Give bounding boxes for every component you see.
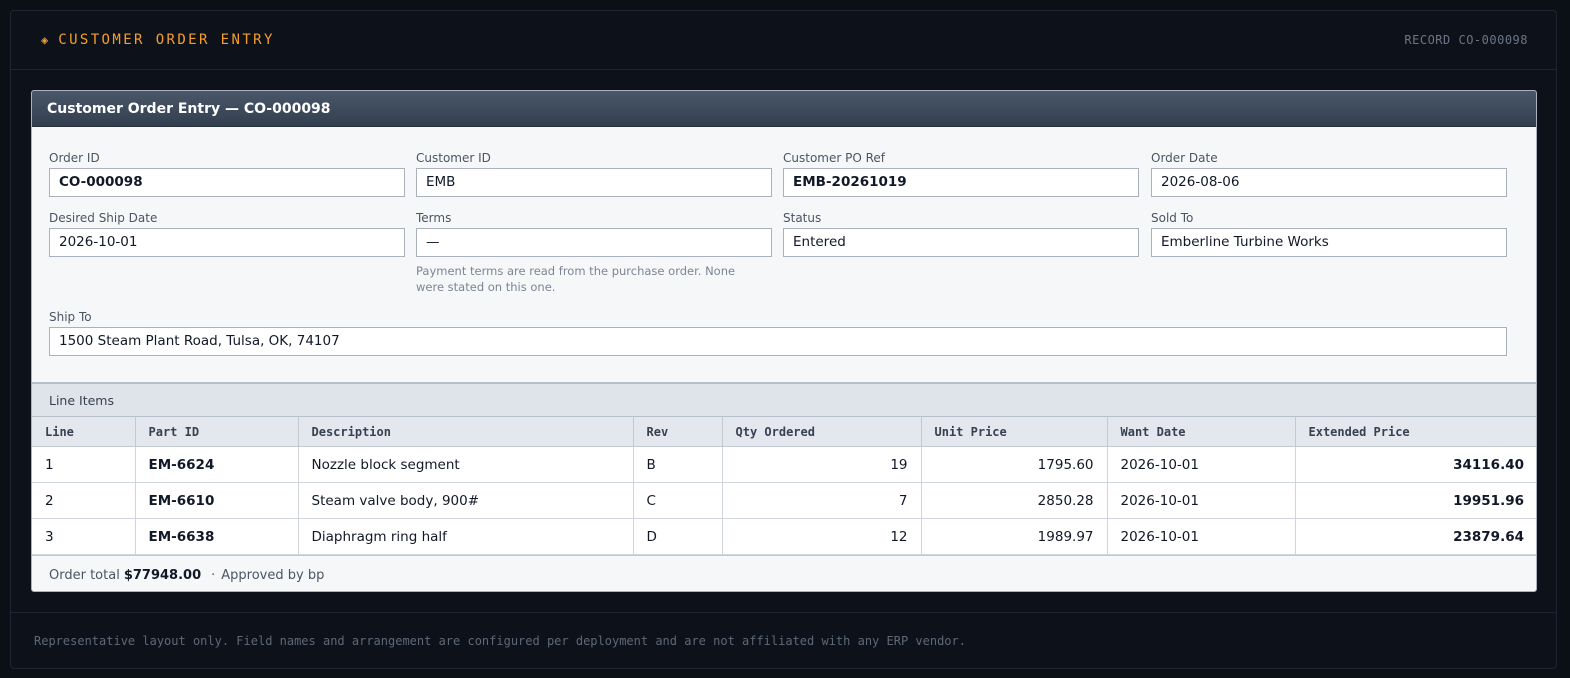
- cell-qty: 19: [721, 446, 922, 483]
- desired-ship-date-label: Desired Ship Date: [49, 211, 158, 225]
- col-header-rev[interactable]: Rev: [632, 416, 723, 447]
- app-frame: ◈ CUSTOMER ORDER ENTRY RECORD CO-000098 …: [10, 10, 1557, 669]
- cell-rev: C: [632, 482, 723, 519]
- ship-to-label: Ship To: [49, 310, 92, 324]
- customer-id-label: Customer ID: [416, 151, 491, 165]
- cell-part-id: EM-6624: [134, 446, 299, 483]
- sold-to-input[interactable]: Emberline Turbine Works: [1151, 228, 1507, 257]
- status-field: Status Entered: [783, 211, 1139, 257]
- status-input[interactable]: Entered: [783, 228, 1139, 257]
- line-items-section-title: Line Items: [32, 382, 1536, 416]
- cell-unit-price: 2850.28: [920, 482, 1108, 519]
- cell-part-id: EM-6610: [134, 482, 299, 519]
- order-date-input[interactable]: 2026-08-06: [1151, 168, 1507, 197]
- cell-description: Nozzle block segment: [297, 446, 634, 483]
- approved-by: Approved by bp: [221, 567, 325, 583]
- col-header-extended-price[interactable]: Extended Price: [1294, 416, 1536, 447]
- order-total-label: Order total: [49, 567, 120, 583]
- brand: ◈ CUSTOMER ORDER ENTRY: [41, 32, 275, 48]
- col-header-part-id[interactable]: Part ID: [134, 416, 299, 447]
- desired-ship-date-input[interactable]: 2026-10-01: [49, 228, 405, 257]
- cell-line: 1: [32, 446, 136, 483]
- order-card: Customer Order Entry — CO-000098 Order I…: [31, 90, 1537, 592]
- terms-field: Terms —: [416, 211, 772, 257]
- col-header-want-date[interactable]: Want Date: [1106, 416, 1296, 447]
- customer-po-input[interactable]: EMB-20261019: [783, 168, 1139, 197]
- cell-rev: D: [632, 518, 723, 555]
- cell-extended-price: 19951.96: [1294, 482, 1536, 519]
- order-id-field: Order ID CO-000098: [49, 151, 405, 197]
- ship-to-field: Ship To 1500 Steam Plant Road, Tulsa, OK…: [49, 310, 1507, 356]
- order-date-field: Order Date 2026-08-06: [1151, 151, 1507, 197]
- order-form: Order ID CO-000098 Customer ID EMB Custo…: [32, 127, 1536, 382]
- line-items-table: Line Part ID Description Rev Qty Ordered…: [32, 416, 1536, 555]
- separator: ·: [211, 567, 216, 583]
- cell-want-date: 2026-10-01: [1106, 446, 1296, 483]
- order-id-input[interactable]: CO-000098: [49, 168, 405, 197]
- sold-to-label: Sold To: [1151, 211, 1194, 225]
- cell-description: Diaphragm ring half: [297, 518, 634, 555]
- cell-unit-price: 1795.60: [920, 446, 1108, 483]
- cell-description: Steam valve body, 900#: [297, 482, 634, 519]
- col-header-unit-price[interactable]: Unit Price: [920, 416, 1108, 447]
- terms-label: Terms: [416, 211, 452, 225]
- order-date-label: Order Date: [1151, 151, 1218, 165]
- cell-want-date: 2026-10-01: [1106, 518, 1296, 555]
- table-row[interactable]: 3 EM-6638 Diaphragm ring half D 12 1989.…: [32, 518, 1536, 555]
- table-header-row: Line Part ID Description Rev Qty Ordered…: [32, 416, 1536, 447]
- record-label: RECORD CO-000098: [1404, 33, 1528, 47]
- customer-po-label: Customer PO Ref: [783, 151, 886, 165]
- customer-id-field: Customer ID EMB: [416, 151, 772, 197]
- order-totals: Order total $77948.00 · Approved by bp: [32, 555, 1536, 591]
- cell-qty: 7: [721, 482, 922, 519]
- cell-extended-price: 23879.64: [1294, 518, 1536, 555]
- order-id-label: Order ID: [49, 151, 100, 165]
- cell-rev: B: [632, 446, 723, 483]
- cell-unit-price: 1989.97: [920, 518, 1108, 555]
- col-header-line[interactable]: Line: [32, 416, 136, 447]
- cell-line: 2: [32, 482, 136, 519]
- cell-part-id: EM-6638: [134, 518, 299, 555]
- cell-line: 3: [32, 518, 136, 555]
- status-label: Status: [783, 211, 822, 225]
- col-header-description[interactable]: Description: [297, 416, 634, 447]
- diamond-icon: ◈: [41, 33, 49, 47]
- cell-qty: 12: [721, 518, 922, 555]
- col-header-qty-ordered[interactable]: Qty Ordered: [721, 416, 922, 447]
- customer-po-field: Customer PO Ref EMB-20261019: [783, 151, 1139, 197]
- card-title: Customer Order Entry — CO-000098: [32, 91, 1536, 127]
- table-row[interactable]: 2 EM-6610 Steam valve body, 900# C 7 285…: [32, 482, 1536, 519]
- terms-hint: Payment terms are read from the purchase…: [416, 264, 736, 294]
- customer-id-input[interactable]: EMB: [416, 168, 772, 197]
- table-row[interactable]: 1 EM-6624 Nozzle block segment B 19 1795…: [32, 446, 1536, 483]
- footer-note: Representative layout only. Field names …: [11, 612, 1556, 669]
- terms-input[interactable]: —: [416, 228, 772, 257]
- sold-to-field: Sold To Emberline Turbine Works: [1151, 211, 1507, 257]
- cell-want-date: 2026-10-01: [1106, 482, 1296, 519]
- top-bar: ◈ CUSTOMER ORDER ENTRY RECORD CO-000098: [11, 11, 1556, 70]
- order-total-value: $77948.00: [123, 567, 202, 583]
- cell-extended-price: 34116.40: [1294, 446, 1536, 483]
- ship-to-input[interactable]: 1500 Steam Plant Road, Tulsa, OK, 74107: [49, 327, 1507, 356]
- desired-ship-date-field: Desired Ship Date 2026-10-01: [49, 211, 405, 257]
- app-title: CUSTOMER ORDER ENTRY: [58, 32, 275, 48]
